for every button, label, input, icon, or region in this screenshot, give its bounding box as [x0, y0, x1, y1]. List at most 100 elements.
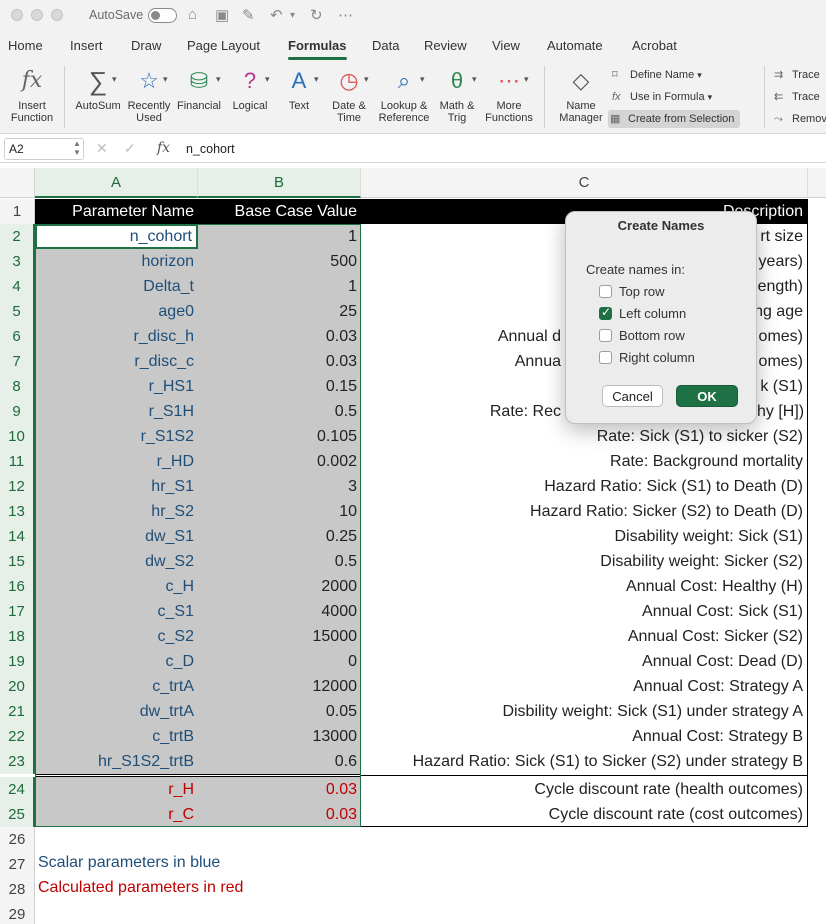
- row-header[interactable]: 12: [0, 474, 35, 499]
- tab-insert[interactable]: Insert: [70, 38, 103, 53]
- bottom-row-option[interactable]: Bottom row: [599, 328, 685, 343]
- enter-icon[interactable]: ✓: [124, 140, 136, 157]
- undo-dropdown-icon[interactable]: ▾: [290, 10, 295, 21]
- base-case-value-cell[interactable]: 1: [198, 274, 361, 299]
- parameter-name-cell[interactable]: hr_S1S2_trtB: [35, 749, 198, 774]
- tab-page-layout[interactable]: Page Layout: [187, 38, 260, 53]
- formula-input[interactable]: n_cohort: [186, 142, 235, 156]
- undo-icon[interactable]: ↶: [270, 6, 283, 24]
- description-cell[interactable]: Hazard Ratio: Sicker (S2) to Death (D): [361, 499, 807, 524]
- row-header[interactable]: 18: [0, 624, 35, 649]
- right-column-checkbox[interactable]: [599, 351, 612, 364]
- header-cell-parameter-name[interactable]: Parameter Name: [35, 199, 198, 224]
- right-column-option[interactable]: Right column: [599, 350, 695, 365]
- row-header[interactable]: 24: [0, 777, 35, 802]
- row-header[interactable]: 26: [0, 827, 35, 852]
- chevron-down-icon[interactable]: ▾: [265, 74, 270, 85]
- top-row-checkbox[interactable]: [599, 285, 612, 298]
- cancel-icon[interactable]: ✕: [96, 140, 108, 157]
- autosum-button[interactable]: ∑ AutoSum: [70, 66, 126, 112]
- description-cell[interactable]: Cycle discount rate (health outcomes): [361, 777, 807, 802]
- tab-home[interactable]: Home: [8, 38, 43, 53]
- parameter-name-cell[interactable]: r_C: [35, 802, 198, 827]
- parameter-name-cell[interactable]: dw_trtA: [35, 699, 198, 724]
- chevron-down-icon[interactable]: ▾: [524, 74, 529, 85]
- remove-arrows-button[interactable]: ⤳ Remov: [772, 110, 826, 128]
- base-case-value-cell[interactable]: 0.5: [198, 399, 361, 424]
- tab-view[interactable]: View: [492, 38, 520, 53]
- base-case-value-cell[interactable]: 0.03: [198, 777, 361, 802]
- zoom-window-icon[interactable]: [51, 9, 63, 21]
- parameter-name-cell[interactable]: horizon: [35, 249, 198, 274]
- description-cell[interactable]: Cycle discount rate (cost outcomes): [361, 802, 807, 827]
- row-header[interactable]: 9: [0, 399, 35, 424]
- ok-button[interactable]: OK: [676, 385, 738, 407]
- parameter-name-cell[interactable]: r_H: [35, 777, 198, 802]
- row-header[interactable]: 17: [0, 599, 35, 624]
- text-button[interactable]: A Text: [278, 66, 320, 112]
- row-header[interactable]: 8: [0, 374, 35, 399]
- financial-button[interactable]: ⛁ Financial: [174, 66, 224, 112]
- description-cell[interactable]: Annual Cost: Strategy B: [361, 724, 807, 749]
- left-column-option[interactable]: Left column: [599, 305, 686, 321]
- base-case-value-cell[interactable]: 0.5: [198, 549, 361, 574]
- save-as-icon[interactable]: ✎: [242, 6, 255, 24]
- select-all-corner[interactable]: [0, 168, 35, 198]
- tab-formulas[interactable]: Formulas: [288, 38, 347, 60]
- insert-function-button[interactable]: fx Insert Function: [6, 66, 58, 124]
- column-header-c[interactable]: C: [361, 168, 808, 198]
- trace-dependents-button[interactable]: ⇇ Trace: [772, 88, 820, 106]
- row-header[interactable]: 7: [0, 349, 35, 374]
- minimize-window-icon[interactable]: [31, 9, 43, 21]
- base-case-value-cell[interactable]: 500: [198, 249, 361, 274]
- parameter-name-cell[interactable]: dw_S1: [35, 524, 198, 549]
- description-cell[interactable]: Rate: Background mortality: [361, 449, 807, 474]
- parameter-name-cell[interactable]: r_HS1: [35, 374, 198, 399]
- base-case-value-cell[interactable]: 4000: [198, 599, 361, 624]
- use-in-formula-button[interactable]: fx Use in Formula ▾: [610, 88, 712, 106]
- left-column-checkbox[interactable]: [599, 305, 612, 320]
- chevron-down-icon[interactable]: ▾: [112, 74, 117, 85]
- save-icon[interactable]: ▣: [215, 6, 229, 24]
- row-header[interactable]: 28: [0, 877, 35, 902]
- autosave-toggle[interactable]: [148, 8, 177, 23]
- name-box[interactable]: A2: [4, 138, 84, 160]
- tab-draw[interactable]: Draw: [131, 38, 161, 53]
- description-cell[interactable]: Annual Cost: Dead (D): [361, 649, 807, 674]
- more-icon[interactable]: ⋯: [338, 6, 353, 24]
- description-cell[interactable]: Rate: Sick (S1) to sicker (S2): [361, 424, 807, 449]
- fx-icon[interactable]: fx: [157, 140, 170, 156]
- description-cell[interactable]: Annual Cost: Sick (S1): [361, 599, 807, 624]
- top-row-option[interactable]: Top row: [599, 284, 665, 299]
- row-header[interactable]: 4: [0, 274, 35, 299]
- description-cell[interactable]: Rate: Rec: [361, 399, 565, 424]
- base-case-value-cell[interactable]: 0.15: [198, 374, 361, 399]
- row-header[interactable]: 22: [0, 724, 35, 749]
- close-window-icon[interactable]: [11, 9, 23, 21]
- row-header[interactable]: 11: [0, 449, 35, 474]
- parameter-name-cell[interactable]: c_S2: [35, 624, 198, 649]
- parameter-name-cell[interactable]: r_disc_h: [35, 324, 198, 349]
- parameter-name-cell[interactable]: hr_S1: [35, 474, 198, 499]
- description-cell[interactable]: Disability weight: Sick (S1): [361, 524, 807, 549]
- row-header[interactable]: 5: [0, 299, 35, 324]
- row-header[interactable]: 29: [0, 902, 35, 924]
- parameter-name-cell[interactable]: r_S1H: [35, 399, 198, 424]
- parameter-name-cell[interactable]: c_trtA: [35, 674, 198, 699]
- header-cell-base-case-value[interactable]: Base Case Value: [198, 199, 361, 224]
- parameter-name-cell[interactable]: Delta_t: [35, 274, 198, 299]
- description-cell[interactable]: Disability weight: Sicker (S2): [361, 549, 807, 574]
- chevron-down-icon[interactable]: ▾: [216, 74, 221, 85]
- parameter-name-cell[interactable]: c_D: [35, 649, 198, 674]
- base-case-value-cell[interactable]: 13000: [198, 724, 361, 749]
- description-cell[interactable]: Annua: [361, 349, 565, 374]
- trace-precedents-button[interactable]: ⇉ Trace: [772, 66, 820, 84]
- parameter-name-cell[interactable]: c_H: [35, 574, 198, 599]
- redo-icon[interactable]: ↻: [310, 6, 323, 24]
- row-header[interactable]: 13: [0, 499, 35, 524]
- base-case-value-cell[interactable]: 15000: [198, 624, 361, 649]
- base-case-value-cell[interactable]: 0.105: [198, 424, 361, 449]
- row-header[interactable]: 27: [0, 852, 35, 877]
- parameter-name-cell[interactable]: r_S1S2: [35, 424, 198, 449]
- tab-automate[interactable]: Automate: [547, 38, 603, 53]
